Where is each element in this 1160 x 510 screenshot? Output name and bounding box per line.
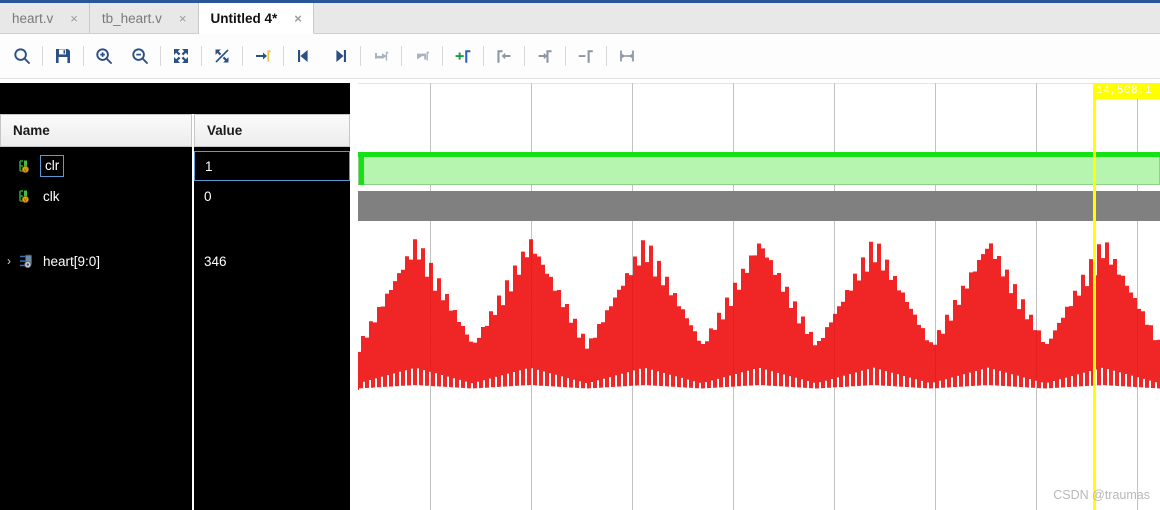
expand-chevron-icon[interactable]: › xyxy=(0,254,18,268)
signal-value-cell[interactable]: 1 xyxy=(194,151,350,181)
toolbar-separator xyxy=(242,46,243,66)
waveform-clk-busy xyxy=(358,191,1160,221)
signal-name-label[interactable]: heart[9:0] xyxy=(41,254,102,269)
move-marker-left-icon[interactable] xyxy=(486,38,522,74)
next-transition-icon[interactable] xyxy=(322,38,358,74)
zoom-fit-icon[interactable] xyxy=(163,38,199,74)
column-header-name[interactable]: Name xyxy=(0,114,192,147)
editor-tab-label: Untitled 4* xyxy=(210,10,278,26)
waveform-clr-high xyxy=(358,156,1160,185)
move-marker-right-icon[interactable] xyxy=(527,38,563,74)
column-header-value-label: Value xyxy=(207,123,243,138)
waveform-cursor-flag[interactable]: 14,508.1 xyxy=(1093,83,1160,99)
editor-tab-bar: heart.v × tb_heart.v × Untitled 4* × xyxy=(0,3,1160,34)
zoom-out-icon[interactable] xyxy=(122,38,158,74)
zoom-cancel-icon[interactable] xyxy=(204,38,240,74)
close-icon[interactable]: × xyxy=(176,10,190,27)
previous-marker-icon[interactable] xyxy=(363,38,399,74)
wire-signal-icon: v xyxy=(18,158,38,174)
signal-value-text: 346 xyxy=(204,253,227,269)
measure-icon[interactable] xyxy=(609,38,645,74)
toolbar-separator xyxy=(360,46,361,66)
close-icon[interactable]: × xyxy=(291,10,305,27)
signal-value-cell[interactable]: 346 xyxy=(194,246,350,276)
toolbar-separator xyxy=(283,46,284,66)
signal-name-label[interactable]: clk xyxy=(41,189,62,204)
signal-value-cell[interactable]: 0 xyxy=(194,181,350,211)
signal-name-label[interactable]: clr xyxy=(40,155,65,177)
wave-panel-left-edge xyxy=(350,83,358,510)
zoom-in-icon[interactable] xyxy=(86,38,122,74)
signal-name-panel[interactable]: v clr v clk › heart[9:0] xyxy=(0,147,192,510)
signal-row[interactable]: v clk xyxy=(0,181,192,211)
editor-tab-label: heart.v xyxy=(12,10,54,26)
signal-value-panel[interactable]: 1 0 346 xyxy=(194,147,350,510)
timeline-ruler[interactable] xyxy=(358,83,1160,84)
signal-value-text: 0 xyxy=(204,188,212,204)
toolbar-separator xyxy=(201,46,202,66)
signal-row[interactable]: › heart[9:0] xyxy=(0,246,192,276)
save-icon[interactable] xyxy=(45,38,81,74)
toolbar-separator xyxy=(442,46,443,66)
add-marker-icon[interactable] xyxy=(445,38,481,74)
next-marker-icon[interactable] xyxy=(404,38,440,74)
signal-row[interactable]: v clr xyxy=(0,151,192,181)
toolbar-separator xyxy=(606,46,607,66)
waveform-clr-riser xyxy=(359,152,364,185)
close-icon[interactable]: × xyxy=(67,10,81,27)
wire-signal-icon: v xyxy=(18,188,38,204)
waveform-clr-edge xyxy=(358,152,1160,157)
toolbar-separator xyxy=(42,46,43,66)
column-header-value[interactable]: Value xyxy=(194,114,350,147)
waveform-toolbar xyxy=(0,34,1160,79)
search-icon[interactable] xyxy=(4,38,40,74)
editor-tab-label: tb_heart.v xyxy=(101,10,162,26)
toolbar-separator xyxy=(565,46,566,66)
editor-tab[interactable]: heart.v × xyxy=(0,3,90,33)
toolbar-separator xyxy=(524,46,525,66)
go-to-time-icon[interactable] xyxy=(245,38,281,74)
signal-value-text: 1 xyxy=(205,158,213,174)
toolbar-separator xyxy=(83,46,84,66)
delete-marker-icon[interactable] xyxy=(568,38,604,74)
waveform-cursor-line[interactable] xyxy=(1093,83,1096,510)
bus-signal-icon xyxy=(18,253,38,269)
column-header-name-label: Name xyxy=(13,123,50,138)
waveform-heart-analog xyxy=(358,239,1160,390)
editor-tab[interactable]: tb_heart.v × xyxy=(89,3,199,33)
previous-transition-icon[interactable] xyxy=(286,38,322,74)
toolbar-separator xyxy=(483,46,484,66)
signal-panel-top-band xyxy=(0,83,350,114)
toolbar-separator xyxy=(160,46,161,66)
waveform-canvas[interactable]: 14,508.1 xyxy=(358,83,1160,510)
editor-tab[interactable]: Untitled 4* × xyxy=(198,3,314,34)
waveform-cursor-label: 14,508.1 xyxy=(1096,85,1153,97)
toolbar-separator xyxy=(401,46,402,66)
